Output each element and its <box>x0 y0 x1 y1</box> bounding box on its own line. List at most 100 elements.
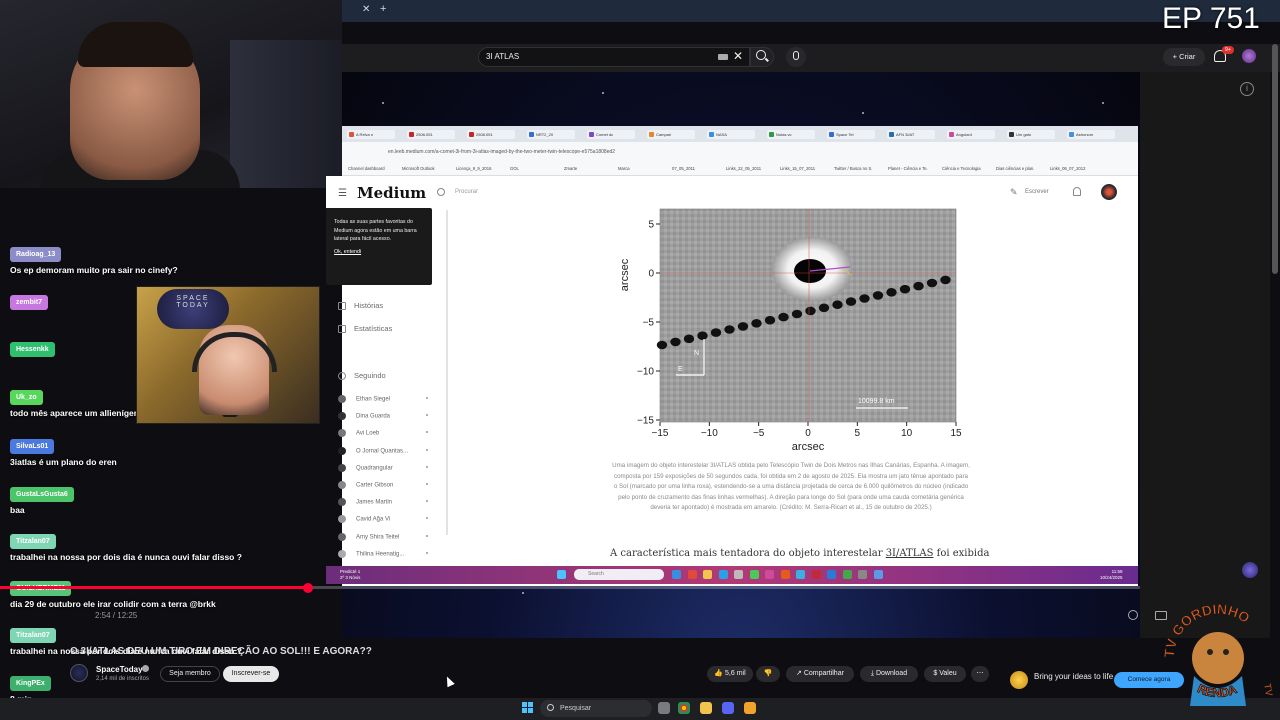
clear-search-icon[interactable]: ✕ <box>733 49 743 63</box>
medium-search-placeholder: Procurar <box>455 189 479 195</box>
following-item: Avi Loeb <box>338 429 430 438</box>
search-icon <box>756 50 766 60</box>
star-trail-dot <box>710 328 722 337</box>
tab-favicon-icon <box>649 132 654 137</box>
chrome-icon[interactable] <box>678 702 690 714</box>
captured-bookmark: Ciência e Tecnologia <box>942 166 981 171</box>
space-today-logo: SPACE TODAY <box>157 289 229 329</box>
following-item: Quadrangular <box>338 463 430 472</box>
author-name: Amy Shira Teitel <box>356 534 400 541</box>
captured-tab: AFN 3I/AT <box>887 130 935 139</box>
captured-tab: Astronom <box>1067 130 1115 139</box>
ad-text: Bring your ideas to life <box>1034 672 1114 681</box>
windows-start-icon[interactable] <box>522 702 534 714</box>
tooltip-text: Todas as suas partes favoritas do Medium… <box>334 219 417 242</box>
video-scrubber[interactable] <box>302 583 313 593</box>
share-button[interactable]: ↗ Compartilhar <box>786 666 854 682</box>
chat-username[interactable]: Uk_zo <box>10 390 43 405</box>
chat-text: Os ep demoram muito pra sair no cinefy? <box>10 265 178 275</box>
following-item: Ethan Siegel <box>338 395 430 403</box>
keyboard-icon[interactable] <box>718 54 728 60</box>
search-query: 3I ATLAS <box>486 52 520 61</box>
mouse-cursor <box>443 674 455 688</box>
captured-tab: A Relva n <box>347 130 395 139</box>
author-name: Avi Loeb <box>356 430 380 437</box>
task-view-icon[interactable] <box>658 702 670 714</box>
tab-favicon-icon <box>349 132 354 137</box>
tab-favicon-icon <box>589 132 594 137</box>
taskbar-search[interactable]: Pesquisar <box>540 700 652 717</box>
figure-caption: Uma imagem do objeto interestelar 3I/ATL… <box>612 462 970 511</box>
sidebar-divider <box>446 210 448 535</box>
captured-tab-label: Angular4 <box>956 132 973 137</box>
chat-username[interactable]: GustaLsGusta6 <box>10 487 74 502</box>
ad-avatar <box>1010 671 1028 689</box>
new-post-dot <box>426 483 428 485</box>
captured-taskbar-app-icon <box>858 570 867 579</box>
x-tick-label: 0 <box>805 428 811 439</box>
captured-tab: Space Tel <box>827 130 875 139</box>
captured-tab: NASA <box>707 130 755 139</box>
create-button[interactable]: + Criar <box>1163 48 1205 66</box>
x-tick-label: 5 <box>855 428 861 439</box>
captured-search: Search <box>574 569 664 580</box>
author-name: Quadrangular <box>356 465 393 472</box>
chat-username[interactable]: Radioag_13 <box>10 247 62 262</box>
more-actions-button[interactable]: ⋯ <box>971 666 989 682</box>
settings-icon[interactable] <box>1128 610 1138 620</box>
star-trail-dot <box>670 337 681 347</box>
chat-username[interactable]: zembit7 <box>10 295 49 310</box>
like-button[interactable]: 👍 5,6 mil <box>707 666 753 682</box>
following-item: Amy Shira Teitel <box>338 532 430 541</box>
video-title: O 3I/ATLAS DEU UM TIRO EM DIREÇÃO AO SOL… <box>70 646 372 657</box>
new-tab-button[interactable]: + <box>380 3 386 15</box>
thanks-label: Valeu <box>939 670 957 677</box>
chat-username[interactable]: KingPEx <box>10 676 51 691</box>
download-button[interactable]: ⤓ Download <box>860 666 918 682</box>
chat-username[interactable]: Titzalan07 <box>10 534 56 549</box>
chat-username[interactable]: SilvaLs01 <box>10 439 55 454</box>
author-avatar <box>338 515 346 524</box>
streamer-webcam <box>0 0 342 188</box>
join-button[interactable]: Seja membro <box>160 666 220 682</box>
captured-taskbar-app-icon <box>842 570 852 579</box>
captured-tab-label: 2508.051 <box>416 132 433 137</box>
y-axis-label: arcsec <box>619 258 631 291</box>
star-trail-dot <box>737 322 749 331</box>
following-heading: Seguindo <box>338 371 386 381</box>
sidebar-item-label: Histórias <box>354 301 384 310</box>
chat-username[interactable]: Titzalan07 <box>10 628 56 643</box>
taskbar-search-icon <box>547 704 554 711</box>
close-tab-icon[interactable]: ✕ <box>362 4 370 15</box>
subscribe-button[interactable]: Inscrever-se <box>223 666 279 682</box>
info-icon[interactable]: i <box>1240 82 1254 96</box>
thanks-button[interactable]: $ Valeu <box>924 666 966 682</box>
medium-bell-icon <box>1073 187 1081 196</box>
sidebar-tooltip: Todas as suas partes favoritas do Medium… <box>326 208 432 285</box>
star-trail-dot <box>913 281 924 291</box>
floating-avatar[interactable] <box>1242 562 1258 578</box>
channel-name[interactable]: SpaceToday <box>96 665 143 674</box>
captured-taskbar-app-icon <box>811 570 821 579</box>
chat-username[interactable]: Hessenkk <box>10 342 55 357</box>
share-label: Compartilhar <box>803 670 844 677</box>
video-progress-fill <box>0 586 308 589</box>
dislike-button[interactable]: 👎 <box>756 666 780 682</box>
tooltip-ok-link: Ok, entendi <box>334 248 362 255</box>
discord-icon[interactable] <box>722 702 734 714</box>
page-scrollbar[interactable] <box>1272 44 1278 274</box>
author-name: Cavid Ağa Vi <box>356 516 391 523</box>
chat-message: Hessenkk <box>10 338 55 370</box>
file-explorer-icon[interactable] <box>700 702 712 714</box>
x-axis-ticks: −15 −10 −5 0 5 10 15 <box>652 422 962 439</box>
captured-tab: Comet dc <box>587 130 635 139</box>
captured-bookmark: Links_15_07_2011 <box>780 166 816 171</box>
chat-message: Titzalan07 trabalhei na nossa por dois di… <box>10 530 242 562</box>
channel-avatar[interactable] <box>70 664 88 682</box>
tab-favicon-icon <box>829 132 834 137</box>
author-avatar <box>338 481 346 489</box>
account-avatar[interactable] <box>1242 49 1256 63</box>
vlc-icon[interactable] <box>744 702 756 714</box>
author-avatar <box>338 429 346 438</box>
like-count: 5,6 mil <box>725 670 746 677</box>
